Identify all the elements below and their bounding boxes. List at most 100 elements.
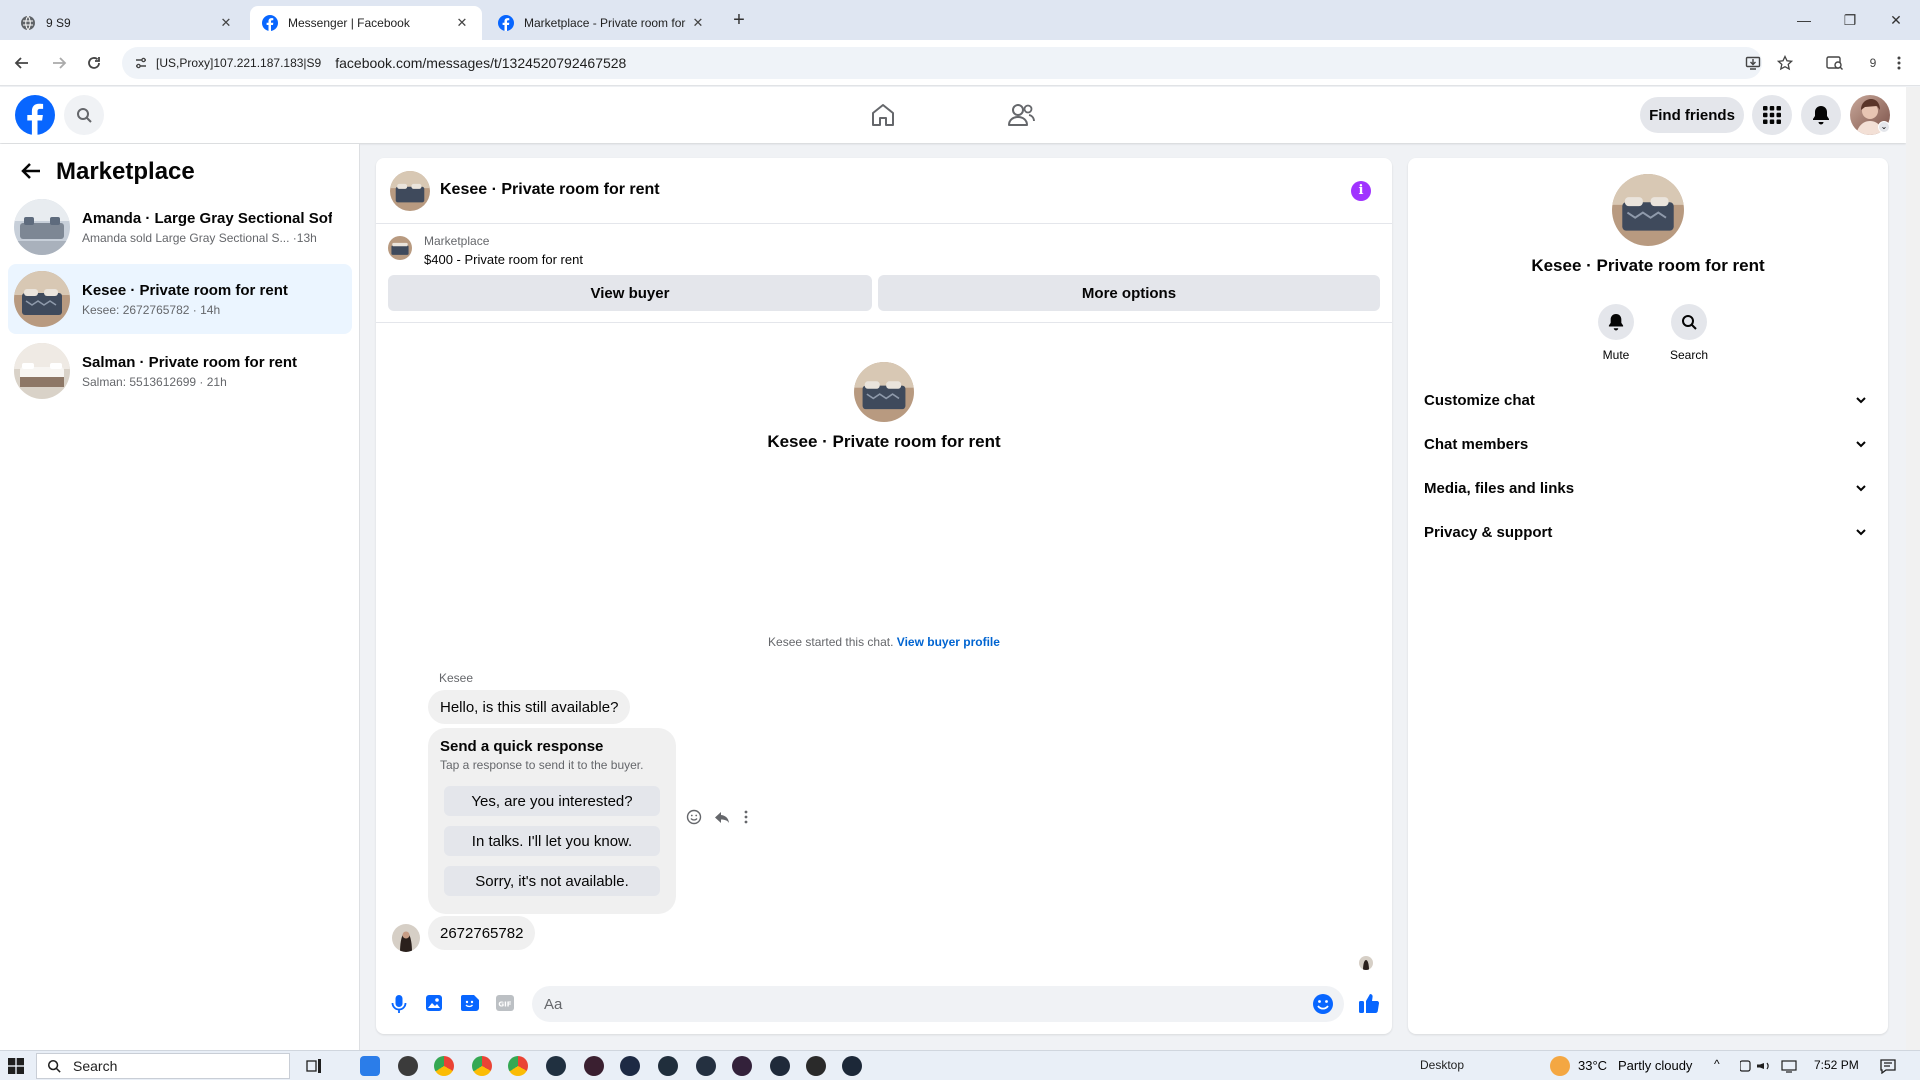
customize-chat-section[interactable]: Customize chat bbox=[1424, 382, 1872, 418]
media-files-links-section[interactable]: Media, files and links bbox=[1424, 470, 1872, 506]
app-icon[interactable] bbox=[398, 1056, 418, 1076]
close-window-button[interactable]: ✕ bbox=[1876, 8, 1916, 32]
conversation-item-salman[interactable]: Salman · Private room for rent Salman: 5… bbox=[8, 336, 352, 406]
gif-icon[interactable]: GIF bbox=[495, 994, 515, 1012]
chat-avatar[interactable] bbox=[390, 171, 430, 211]
friends-icon[interactable] bbox=[1007, 102, 1035, 128]
message-input[interactable]: Aa bbox=[532, 986, 1344, 1022]
search-icon bbox=[47, 1059, 61, 1073]
tab-9-s9[interactable]: 9 S9 ✕ bbox=[8, 6, 246, 40]
notifications-bell-icon[interactable] bbox=[1801, 95, 1841, 135]
forward-icon[interactable] bbox=[48, 52, 70, 74]
search-in-chat-button[interactable]: Search bbox=[1664, 304, 1714, 362]
back-icon[interactable] bbox=[11, 52, 33, 74]
task-view-icon[interactable] bbox=[306, 1059, 322, 1073]
reload-icon[interactable] bbox=[83, 52, 105, 74]
listing-thumbnail bbox=[14, 271, 70, 327]
chrome-icon[interactable] bbox=[472, 1056, 492, 1076]
tray-chevron-icon[interactable]: ^ bbox=[1714, 1057, 1720, 1071]
search-icon bbox=[1671, 304, 1707, 340]
details-avatar[interactable] bbox=[1612, 174, 1684, 246]
app-icon[interactable] bbox=[732, 1056, 752, 1076]
app-icon[interactable] bbox=[620, 1056, 640, 1076]
sticker-icon[interactable] bbox=[460, 994, 480, 1012]
microphone-icon[interactable] bbox=[390, 994, 408, 1014]
install-app-icon[interactable] bbox=[1742, 52, 1764, 74]
page-scrollbar[interactable] bbox=[1906, 87, 1920, 1050]
browser-toolbar: [US,Proxy]107.221.187.183|S9 facebook.co… bbox=[0, 40, 1920, 86]
react-icon[interactable] bbox=[686, 809, 702, 825]
mute-button[interactable]: Mute bbox=[1594, 304, 1638, 362]
home-icon[interactable] bbox=[870, 102, 896, 128]
tab-search-icon[interactable] bbox=[1824, 52, 1846, 74]
search-icon[interactable] bbox=[64, 95, 104, 135]
close-tab-icon[interactable]: ✕ bbox=[218, 15, 234, 31]
site-settings-icon[interactable] bbox=[134, 56, 148, 70]
more-actions-icon[interactable] bbox=[744, 809, 748, 825]
search-label: Search bbox=[1669, 348, 1709, 362]
chrome-icon[interactable] bbox=[508, 1056, 528, 1076]
app-icon[interactable] bbox=[584, 1056, 604, 1076]
desktop-toolbar-label[interactable]: Desktop bbox=[1420, 1058, 1464, 1072]
message-bubble[interactable]: Hello, is this still available? bbox=[428, 690, 631, 724]
account-chevron-icon[interactable]: ⌄ bbox=[1878, 121, 1890, 133]
conversation-item-amanda[interactable]: Amanda · Large Gray Sectional Sof... Ama… bbox=[8, 192, 352, 262]
listing-price-title[interactable]: $400 - Private room for rent bbox=[424, 252, 583, 267]
reply-icon[interactable] bbox=[714, 809, 730, 825]
message-bubble[interactable]: 2672765782 bbox=[428, 916, 536, 950]
app-icon[interactable] bbox=[546, 1056, 566, 1076]
emoji-icon[interactable] bbox=[1312, 993, 1334, 1015]
windows-taskbar: Search Desktop 33°C Partly cloudy ^ 7:52… bbox=[0, 1050, 1920, 1080]
quick-response-button[interactable]: Yes, are you interested? bbox=[444, 786, 660, 816]
profile-count[interactable]: 9 bbox=[1862, 52, 1884, 74]
photo-icon[interactable] bbox=[425, 994, 443, 1012]
taskbar-search-box[interactable]: Search bbox=[36, 1053, 290, 1079]
app-icon[interactable] bbox=[770, 1056, 790, 1076]
new-tab-button[interactable]: + bbox=[728, 10, 750, 32]
more-options-button[interactable]: More options bbox=[878, 275, 1380, 311]
url-text[interactable]: facebook.com/messages/t/1324520792467528 bbox=[335, 55, 626, 71]
close-tab-icon[interactable]: ✕ bbox=[454, 15, 470, 31]
app-icon[interactable] bbox=[696, 1056, 716, 1076]
back-arrow-icon[interactable] bbox=[20, 160, 42, 182]
conversation-item-kesee[interactable]: Kesee · Private room for rent Kesee: 267… bbox=[8, 264, 352, 334]
facebook-icon bbox=[262, 15, 278, 31]
app-icon[interactable] bbox=[360, 1056, 380, 1076]
sender-avatar[interactable] bbox=[392, 924, 420, 952]
close-tab-icon[interactable]: ✕ bbox=[690, 15, 706, 31]
restore-button[interactable]: ❐ bbox=[1830, 8, 1870, 32]
quick-response-button[interactable]: Sorry, it's not available. bbox=[444, 866, 660, 896]
notification-center-icon[interactable] bbox=[1880, 1058, 1896, 1074]
menu-grid-icon[interactable] bbox=[1752, 95, 1792, 135]
chat-members-section[interactable]: Chat members bbox=[1424, 426, 1872, 462]
address-bar[interactable]: [US,Proxy]107.221.187.183|S9 facebook.co… bbox=[122, 47, 1762, 79]
globe-icon bbox=[20, 15, 36, 31]
weather-condition[interactable]: Partly cloudy bbox=[1618, 1058, 1692, 1073]
minimize-button[interactable]: — bbox=[1784, 8, 1824, 32]
app-icon[interactable] bbox=[842, 1056, 862, 1076]
svg-text:GIF: GIF bbox=[498, 1001, 511, 1009]
quick-response-button[interactable]: In talks. I'll let you know. bbox=[444, 826, 660, 856]
chevron-down-icon bbox=[1856, 528, 1866, 536]
listing-source: Marketplace bbox=[424, 234, 490, 248]
tab-marketplace[interactable]: Marketplace - Private room for ✕ bbox=[486, 6, 718, 40]
bookmark-star-icon[interactable] bbox=[1774, 52, 1796, 74]
browser-menu-icon[interactable] bbox=[1888, 52, 1910, 74]
weather-temperature[interactable]: 33°C bbox=[1578, 1058, 1607, 1073]
view-buyer-button[interactable]: View buyer bbox=[388, 275, 872, 311]
tray-icons[interactable] bbox=[1740, 1059, 1802, 1073]
app-icon[interactable] bbox=[658, 1056, 678, 1076]
thumbs-up-icon[interactable] bbox=[1358, 992, 1380, 1014]
find-friends-button[interactable]: Find friends bbox=[1640, 97, 1744, 133]
privacy-support-section[interactable]: Privacy & support bbox=[1424, 514, 1872, 550]
windows-start-icon[interactable] bbox=[8, 1058, 24, 1074]
clock-time[interactable]: 7:52 PM bbox=[1814, 1058, 1859, 1072]
view-buyer-profile-link[interactable]: View buyer profile bbox=[897, 635, 1000, 649]
conversation-subtitle: Amanda sold Large Gray Sectional S... ·1… bbox=[82, 230, 317, 245]
chrome-icon[interactable] bbox=[434, 1056, 454, 1076]
facebook-logo-icon[interactable] bbox=[15, 95, 55, 135]
tab-messenger[interactable]: Messenger | Facebook ✕ bbox=[250, 6, 482, 40]
chat-title[interactable]: Kesee · Private room for rent bbox=[440, 181, 660, 199]
info-icon[interactable]: i bbox=[1351, 181, 1371, 201]
app-icon[interactable] bbox=[806, 1056, 826, 1076]
